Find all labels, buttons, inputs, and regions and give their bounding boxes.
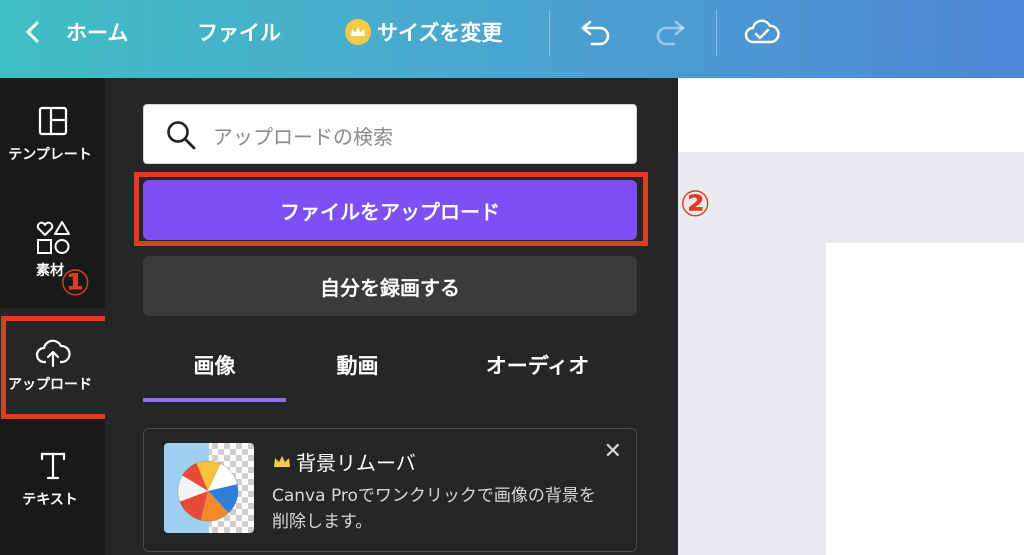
design-page[interactable] [826,243,1024,555]
uploads-panel: アップロードの検索 ファイルをアップロード 自分を録画する 画像 動画 オーディ… [105,78,678,555]
search-icon [167,121,196,150]
redo-button[interactable] [654,0,686,64]
highlight-box-uploads [1,316,113,419]
chevron-left-icon [26,21,39,43]
text-icon [40,452,65,480]
search-input[interactable]: アップロードの検索 [143,104,637,164]
active-tab-indicator [143,398,286,402]
promo-description: Canva Proでワンクリックで画像の背景を削除します。 [272,486,596,532]
close-icon[interactable]: ✕ [604,439,622,464]
tab-videos[interactable]: 動画 [305,350,410,390]
search-placeholder: アップロードの検索 [213,125,393,149]
rail-label: テキスト [22,492,78,508]
step-marker-1: ① [60,263,91,304]
undo-button[interactable] [580,0,612,64]
toolbar-divider [549,10,550,56]
beach-ball-thumbnail [164,443,254,533]
file-label: ファイル [197,21,281,45]
rail-item-text[interactable]: テキスト [0,423,105,533]
background-remover-promo[interactable]: 背景リムーバ Canva Proでワンクリックで画像の背景を削除します。 ✕ [143,428,637,552]
shapes-icon [36,221,70,254]
top-toolbar: ホーム ファイル サイズを変更 [0,0,1024,78]
tab-images[interactable]: 画像 [143,350,286,390]
promo-title: 背景リムーバ [296,451,416,475]
redo-icon [656,20,685,46]
cloud-check-icon [744,19,780,44]
rail-label: テンプレート [8,147,92,163]
home-button[interactable]: ホーム [24,0,128,64]
template-icon [38,106,67,136]
crown-icon [274,455,290,467]
highlight-box-upload-button [134,172,648,246]
undo-icon [581,20,610,46]
resize-label: サイズを変更 [377,21,503,45]
home-label: ホーム [66,21,129,45]
step-marker-2: ② [680,184,711,225]
record-yourself-button[interactable]: 自分を録画する [143,256,637,316]
crown-icon [345,19,371,45]
tab-audio[interactable]: オーディオ [455,350,620,390]
resize-button[interactable]: サイズを変更 [345,0,502,64]
save-status-button[interactable] [744,0,780,64]
rail-item-templates[interactable]: テンプレート [0,78,105,188]
file-menu-button[interactable]: ファイル [197,0,281,64]
toolbar-divider [716,10,717,56]
canvas-top-strip [678,78,1024,152]
promo-title-row: 背景リムーバ [272,447,416,476]
